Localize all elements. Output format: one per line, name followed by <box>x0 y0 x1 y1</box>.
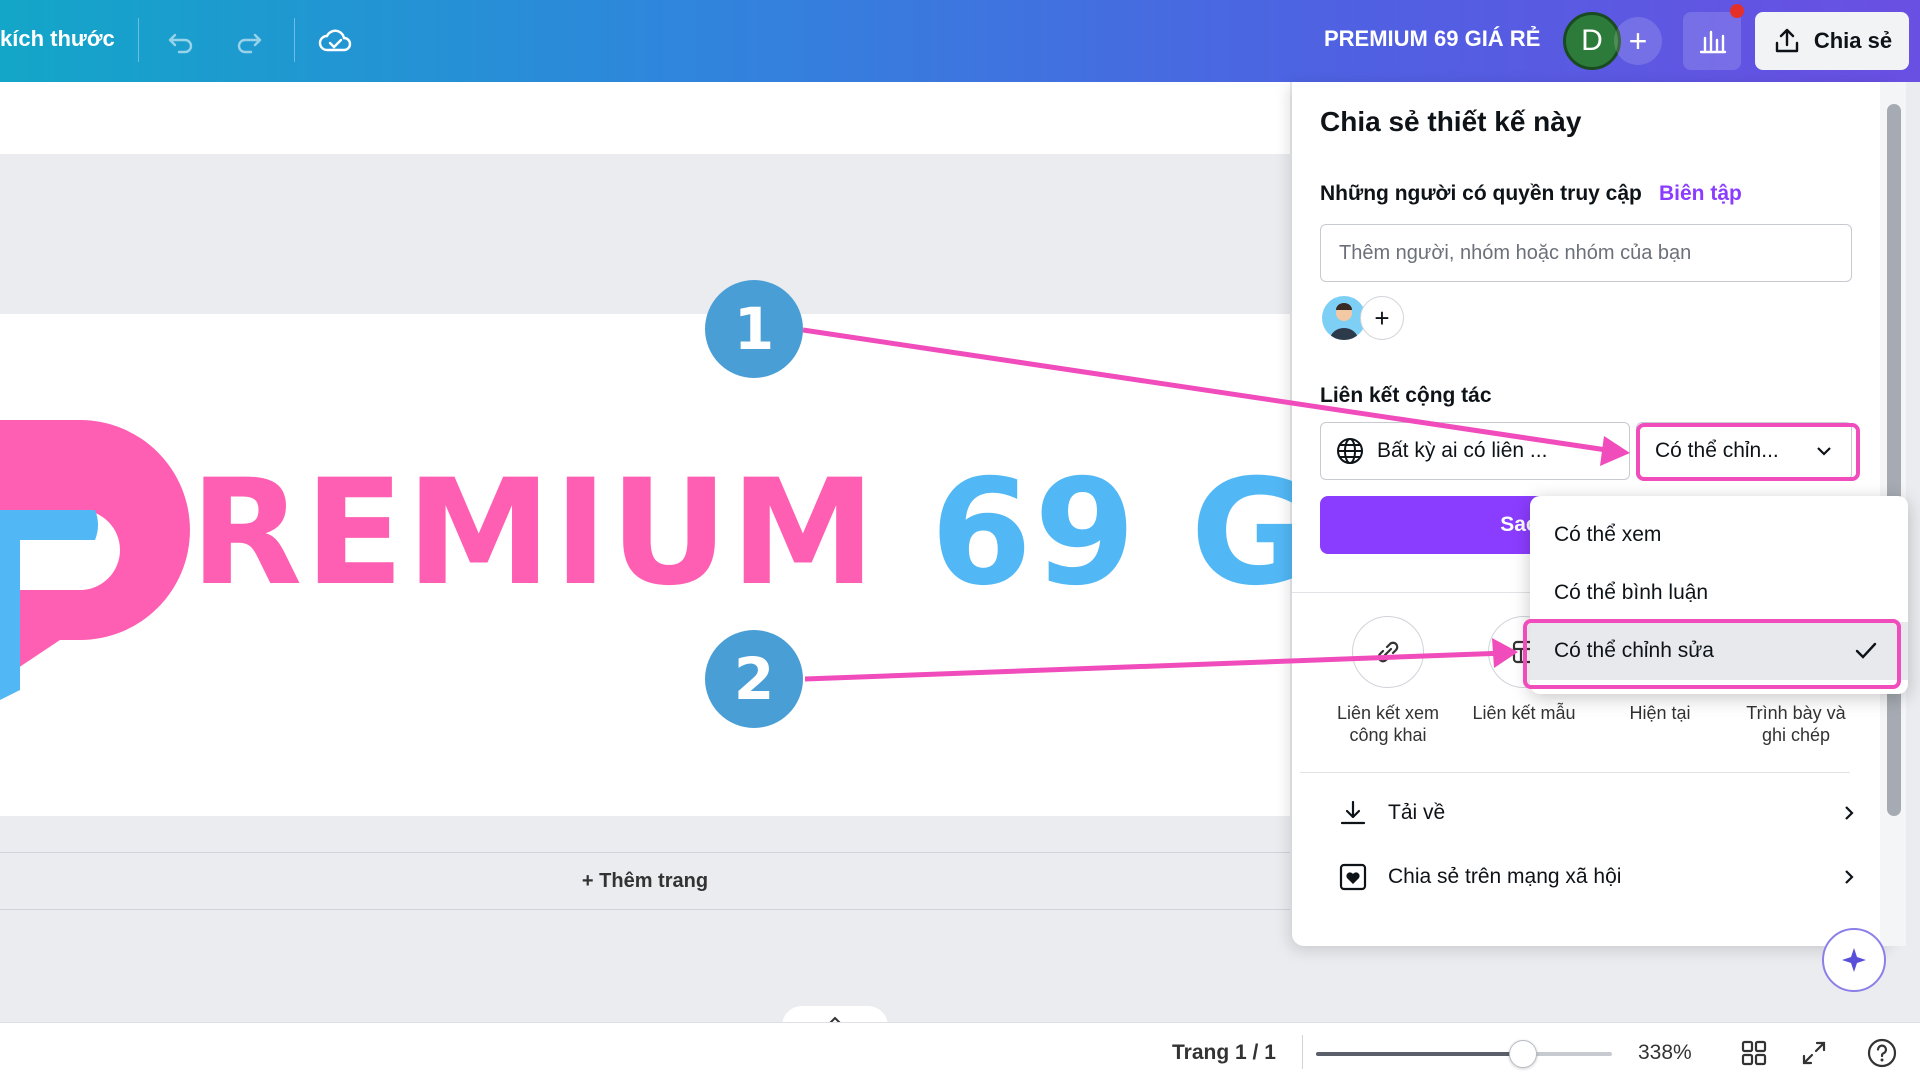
logo-text-pink: REMIUM <box>190 448 878 618</box>
add-people-input[interactable] <box>1320 224 1852 282</box>
download-icon <box>1340 800 1366 825</box>
plus-icon: + <box>1628 22 1648 59</box>
top-toolbar: kích thước PREMIUM 69 GIÁ RẺ D + Chia sẻ <box>0 0 1920 82</box>
logo-wordmark: REMIUM 69 GI <box>190 460 1369 606</box>
expand-icon <box>1802 1041 1826 1065</box>
fullscreen-button[interactable] <box>1796 1035 1832 1071</box>
undo-icon <box>168 33 193 54</box>
grid-view-button[interactable] <box>1736 1035 1772 1071</box>
download-row[interactable]: Tải về <box>1338 788 1858 838</box>
share-option-label: Hiện tại <box>1629 703 1691 723</box>
annotation-badge-1: 1 <box>705 280 803 378</box>
chevron-right-icon <box>1845 806 1854 820</box>
annotation-badge-2: 2 <box>705 630 803 728</box>
zoom-slider-thumb[interactable] <box>1509 1040 1538 1068</box>
download-label: Tải về <box>1388 801 1446 824</box>
help-button[interactable] <box>1864 1035 1900 1071</box>
undo-button[interactable] <box>160 20 202 62</box>
share-option-label: ghi chép <box>1761 725 1831 745</box>
toolbar-divider <box>294 18 295 62</box>
design-title[interactable]: PREMIUM 69 GIÁ RẺ <box>1324 26 1540 52</box>
share-option-label: Liên kết xem <box>1336 703 1440 723</box>
link-scope-value: Bất kỳ ai có liên ... <box>1377 439 1548 462</box>
edit-access-link[interactable]: Biên tập <box>1659 182 1742 206</box>
share-option-label: Trình bày và <box>1746 703 1846 723</box>
insights-button[interactable] <box>1683 12 1741 70</box>
social-share-label: Chia sẻ trên mạng xã hội <box>1388 865 1622 888</box>
notification-dot <box>1730 4 1744 18</box>
plus-icon: + <box>1374 302 1390 333</box>
help-icon <box>1867 1038 1897 1068</box>
chevron-down-icon <box>1599 447 1613 456</box>
share-panel-scroll-thumb[interactable] <box>1887 104 1901 816</box>
sparkle-icon <box>1842 948 1866 972</box>
page-indicator[interactable]: Trang 1 / 1 <box>1172 1041 1276 1065</box>
toolbar-divider <box>138 18 139 62</box>
permission-option-comment[interactable]: Có thể bình luận <box>1530 564 1908 622</box>
share-panel-title: Chia sẻ thiết kế này <box>1320 106 1582 137</box>
chevron-right-icon <box>1845 870 1854 884</box>
zoom-slider-fill <box>1316 1052 1524 1056</box>
annotation-highlight-permission <box>1636 423 1860 481</box>
link-scope-select[interactable]: Bất kỳ ai có liên ... <box>1320 422 1630 480</box>
bar-chart-icon <box>1699 30 1727 54</box>
heart-icon <box>1339 863 1367 891</box>
panel-divider <box>1300 772 1850 773</box>
invite-button[interactable]: + <box>1614 17 1662 65</box>
zoom-slider[interactable] <box>1316 1052 1612 1056</box>
globe-icon <box>1337 438 1363 464</box>
access-label: Những người có quyền truy cập <box>1320 182 1642 205</box>
share-button[interactable]: Chia sẻ <box>1755 12 1909 70</box>
cloud-check-icon <box>318 29 352 52</box>
collab-link-label: Liên kết cộng tác <box>1320 384 1492 407</box>
annotation-highlight-edit-option <box>1523 619 1901 689</box>
public-view-link-option[interactable]: Liên kết xem công khai <box>1320 616 1456 746</box>
bottom-bar: Trang 1 / 1 338% <box>0 1022 1920 1080</box>
resize-button[interactable]: kích thước <box>0 26 115 52</box>
permission-option-view[interactable]: Có thể xem <box>1530 506 1908 564</box>
grid-icon <box>1741 1040 1767 1066</box>
share-button-label: Chia sẻ <box>1813 28 1893 53</box>
magic-assistant-button[interactable] <box>1822 928 1886 992</box>
bottom-divider <box>1302 1035 1303 1069</box>
zoom-percent[interactable]: 338% <box>1638 1041 1692 1065</box>
add-collaborator-button[interactable]: + <box>1360 296 1404 340</box>
canvas-top-strip <box>0 82 1290 154</box>
social-share-row[interactable]: Chia sẻ trên mạng xã hội <box>1338 852 1858 902</box>
save-status-button[interactable] <box>314 20 356 62</box>
logo-mark-icon <box>0 420 190 700</box>
add-page-button[interactable]: + Thêm trang <box>0 852 1290 910</box>
redo-icon <box>237 33 262 54</box>
redo-button[interactable] <box>228 20 270 62</box>
link-icon <box>1377 641 1399 663</box>
upload-icon <box>1775 28 1799 53</box>
user-avatar[interactable]: D <box>1563 12 1621 70</box>
share-option-label: Liên kết mẫu <box>1472 703 1576 723</box>
share-option-label: công khai <box>1349 725 1427 745</box>
